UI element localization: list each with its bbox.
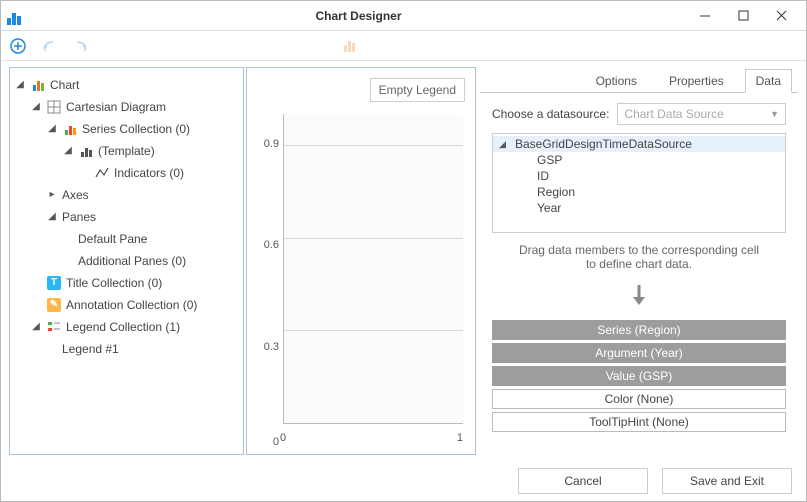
tree-label: Panes: [62, 207, 96, 227]
arrow-down-icon: [492, 283, 786, 308]
data-tab-body: Choose a datasource: Chart Data Source ▼…: [480, 93, 798, 455]
expander-icon: ▸: [46, 185, 58, 205]
tree-label: Indicators (0): [114, 163, 184, 183]
tabs: Options Properties Data: [480, 67, 798, 93]
structure-tree-panel: ◢ Chart ◢ Cartesian Diagram ◢ Series Collec…: [9, 67, 244, 455]
diagram-icon: [46, 99, 62, 115]
ds-field[interactable]: Year: [493, 200, 785, 216]
tree-label: (Template): [98, 141, 155, 161]
expander-icon: ◢: [14, 75, 26, 95]
legend-icon: [46, 319, 62, 335]
expander-icon: ◢: [62, 141, 74, 161]
tree-node-title-collection[interactable]: TTitle Collection (0): [30, 272, 239, 294]
redo-button[interactable]: [71, 35, 93, 57]
chart-icon: [30, 77, 46, 93]
y-tick: 0: [255, 436, 279, 448]
hint-line-1: Drag data members to the corresponding c…: [519, 243, 759, 257]
ds-field[interactable]: Region: [493, 184, 785, 200]
chevron-down-icon: ▼: [770, 109, 779, 119]
tree-node-axes[interactable]: ▸Axes: [46, 184, 239, 206]
datasource-row: Choose a datasource: Chart Data Source ▼: [492, 103, 786, 125]
expander-icon: ◢: [30, 317, 42, 337]
tree-label: Legend #1: [62, 339, 119, 359]
add-button[interactable]: [7, 35, 29, 57]
chart-preview-panel: Empty Legend 0.9 0.6 0.3 0 0 1: [246, 67, 476, 455]
series-icon: [62, 121, 78, 137]
indicators-icon: [94, 165, 110, 181]
tree-node-template[interactable]: ◢ (Template): [62, 140, 239, 162]
minimize-button[interactable]: [686, 4, 724, 28]
tree-label: Additional Panes (0): [78, 251, 186, 271]
tree-node-series-collection[interactable]: ◢ Series Collection (0): [46, 118, 239, 140]
tree-label: Title Collection (0): [66, 273, 162, 293]
save-and-exit-button[interactable]: Save and Exit: [662, 468, 792, 494]
tree-label: Cartesian Diagram: [66, 97, 166, 117]
footer: Cancel Save and Exit: [1, 461, 806, 501]
tree-label: Chart: [50, 75, 79, 95]
properties-panel: Options Properties Data Choose a datasou…: [480, 67, 798, 455]
tree-node-legend-collection[interactable]: ◢ Legend Collection (1): [30, 316, 239, 338]
datasource-label: Choose a datasource:: [492, 107, 609, 121]
tree-node-annotation-collection[interactable]: ✎Annotation Collection (0): [30, 294, 239, 316]
title-icon: T: [46, 275, 62, 291]
plot-area: [283, 114, 463, 424]
cancel-button[interactable]: Cancel: [518, 468, 648, 494]
legend-placeholder: Empty Legend: [370, 78, 465, 102]
tree-label: Default Pane: [78, 229, 147, 249]
toolbar: [1, 31, 806, 61]
tree-node-cartesian[interactable]: ◢ Cartesian Diagram: [30, 96, 239, 118]
expander-icon: ◢: [30, 97, 42, 117]
y-tick: 0.9: [255, 138, 279, 150]
window-controls: [686, 4, 800, 28]
slot-color[interactable]: Color (None): [492, 389, 786, 409]
datasource-placeholder: Chart Data Source: [624, 107, 723, 121]
chart-designer-window: Chart Designer ◢ Chart: [0, 0, 807, 502]
tree-node-panes[interactable]: ◢Panes: [46, 206, 239, 228]
ds-root-node[interactable]: BaseGridDesignTimeDataSource: [493, 136, 785, 152]
window-title: Chart Designer: [31, 9, 686, 23]
ds-field[interactable]: ID: [493, 168, 785, 184]
x-tick: 1: [457, 432, 463, 444]
datasource-select[interactable]: Chart Data Source ▼: [617, 103, 786, 125]
y-tick: 0.6: [255, 239, 279, 251]
slot-tooltip[interactable]: ToolTipHint (None): [492, 412, 786, 432]
expander-icon: ◢: [46, 119, 58, 139]
y-tick: 0.3: [255, 341, 279, 353]
tree-node-default-pane[interactable]: Default Pane: [62, 228, 239, 250]
drag-hint: Drag data members to the corresponding c…: [492, 243, 786, 271]
tree-label: Annotation Collection (0): [66, 295, 197, 315]
plot: 0.9 0.6 0.3 0 0 1: [255, 110, 467, 448]
tree-node-indicators[interactable]: Indicators (0): [78, 162, 239, 184]
titlebar: Chart Designer: [1, 1, 806, 31]
app-icon: [7, 7, 25, 25]
body: ◢ Chart ◢ Cartesian Diagram ◢ Series Collec…: [1, 61, 806, 461]
ds-field[interactable]: GSP: [493, 152, 785, 168]
annotation-icon: ✎: [46, 297, 62, 313]
data-slots: Series (Region) Argument (Year) Value (G…: [492, 320, 786, 432]
change-type-button[interactable]: [338, 35, 360, 57]
tree-node-additional-panes[interactable]: Additional Panes (0): [62, 250, 239, 272]
tree-node-legend-1[interactable]: Legend #1: [46, 338, 239, 360]
slot-value[interactable]: Value (GSP): [492, 366, 786, 386]
x-tick: 0: [280, 432, 286, 444]
datasource-fields[interactable]: BaseGridDesignTimeDataSource GSP ID Regi…: [492, 133, 786, 233]
expander-icon: ◢: [46, 207, 58, 227]
slot-series[interactable]: Series (Region): [492, 320, 786, 340]
maximize-button[interactable]: [724, 4, 762, 28]
hint-line-2: to define chart data.: [586, 257, 692, 271]
undo-button[interactable]: [39, 35, 61, 57]
tab-options[interactable]: Options: [585, 69, 648, 93]
template-icon: [78, 143, 94, 159]
close-button[interactable]: [762, 4, 800, 28]
tree-label: Axes: [62, 185, 89, 205]
tab-properties[interactable]: Properties: [658, 69, 735, 93]
tab-data[interactable]: Data: [745, 69, 792, 93]
tree-label: Series Collection (0): [82, 119, 190, 139]
tree-label: Legend Collection (1): [66, 317, 180, 337]
tree-node-chart[interactable]: ◢ Chart: [14, 74, 239, 96]
slot-argument[interactable]: Argument (Year): [492, 343, 786, 363]
